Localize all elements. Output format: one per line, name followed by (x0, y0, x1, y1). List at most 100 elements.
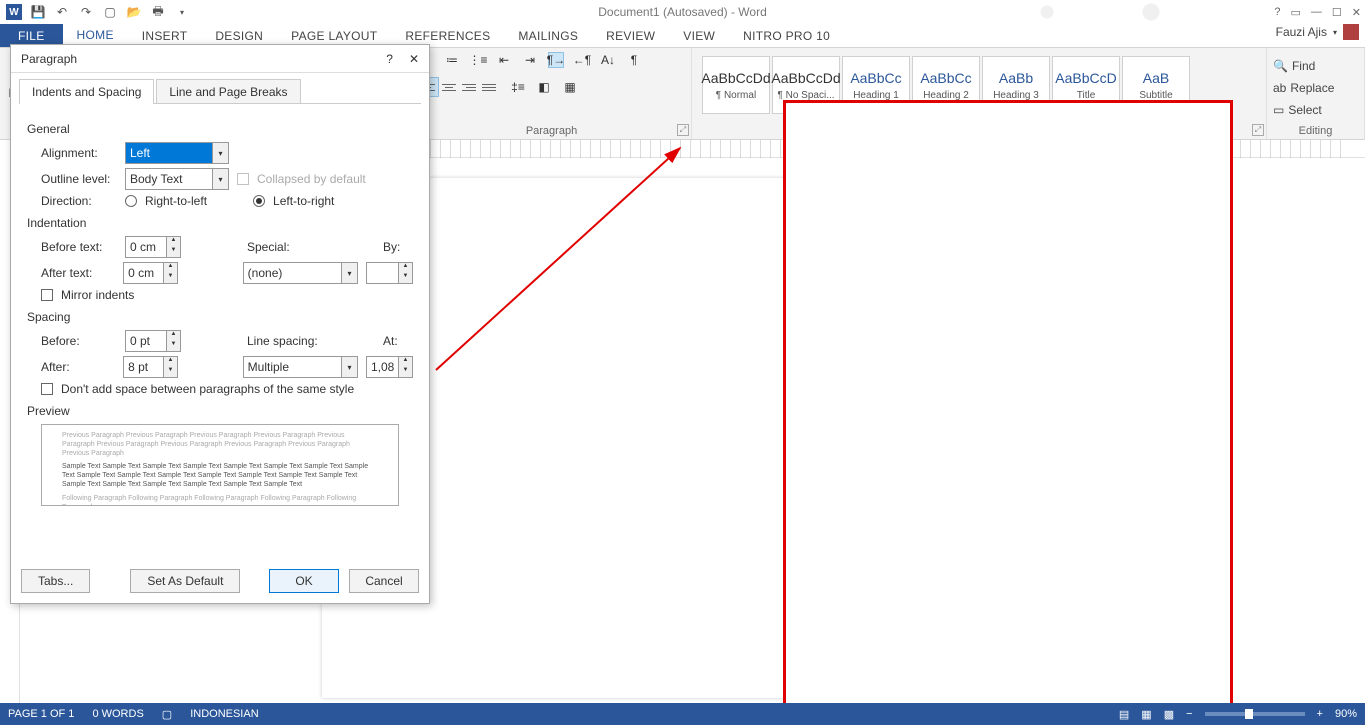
minimize-icon[interactable]: — (1311, 6, 1322, 19)
multilevel-icon[interactable]: ⋮≡ (470, 52, 486, 68)
ltr-radio[interactable] (253, 195, 265, 207)
after-spin[interactable]: 8 pt▲▼ (123, 356, 178, 378)
avatar[interactable] (1343, 24, 1359, 40)
save-icon[interactable]: 💾 (30, 4, 46, 20)
close-icon[interactable]: ✕ (1352, 6, 1361, 19)
maximize-icon[interactable]: ☐ (1332, 6, 1342, 19)
line-spacing-select[interactable]: Multiple▾ (243, 356, 358, 378)
group-paragraph-label: Paragraph (412, 125, 691, 137)
after-text-spin[interactable]: 0 cm▲▼ (123, 262, 178, 284)
alignment-select[interactable]: Left▾ (125, 142, 229, 164)
find-button[interactable]: 🔍Find (1273, 56, 1358, 76)
increase-indent-icon[interactable]: ⇥ (522, 52, 538, 68)
zoom-in-icon[interactable]: + (1317, 708, 1323, 720)
by-label: By: (383, 240, 413, 254)
paragraph-dialog: Paragraph ? ✕ Indents and Spacing Line a… (10, 44, 430, 604)
alignment-label: Alignment: (41, 146, 117, 160)
view-print-icon[interactable]: ▦ (1141, 708, 1151, 721)
undo-icon[interactable]: ↶ (54, 4, 70, 20)
preview-box: Previous Paragraph Previous Paragraph Pr… (41, 424, 399, 506)
new-icon[interactable]: ▢ (102, 4, 118, 20)
qat-more-icon[interactable]: ▾ (174, 4, 190, 20)
word-icon: W (6, 4, 22, 20)
at-spin[interactable]: 1,08▲▼ (366, 356, 413, 378)
after-label: After: (41, 360, 115, 374)
ribbon-toggle-icon[interactable]: ▭ (1291, 6, 1301, 19)
show-marks-icon[interactable]: ¶ (626, 52, 642, 68)
tab-nitro[interactable]: NITRO PRO 10 (729, 24, 844, 47)
dialog-title: Paragraph (21, 52, 77, 66)
at-label: At: (383, 334, 413, 348)
shading-icon[interactable]: ◧ (536, 79, 552, 95)
rtl-icon[interactable]: ←¶ (574, 52, 590, 68)
section-spacing: Spacing (27, 310, 413, 324)
find-icon: 🔍 (1273, 59, 1288, 73)
view-read-icon[interactable]: ▤ (1119, 708, 1129, 721)
help-icon[interactable]: ? (1274, 6, 1280, 19)
styles-launcher[interactable]: ⤢ (1252, 124, 1264, 136)
decrease-indent-icon[interactable]: ⇤ (496, 52, 512, 68)
outline-select[interactable]: Body Text▾ (125, 168, 229, 190)
user-menu-icon[interactable]: ▾ (1333, 28, 1337, 37)
dialog-close-icon[interactable]: ✕ (409, 52, 419, 66)
zoom-out-icon[interactable]: − (1186, 708, 1192, 720)
replace-button[interactable]: abReplace (1273, 78, 1358, 98)
status-page[interactable]: PAGE 1 OF 1 (8, 708, 74, 720)
tab-review[interactable]: REVIEW (592, 24, 669, 47)
zoom-level[interactable]: 90% (1335, 708, 1357, 720)
paragraph-launcher[interactable]: ⤢ (677, 124, 689, 136)
line-spacing-icon[interactable]: ‡≡ (510, 79, 526, 95)
print-icon[interactable]: 🖶 (150, 4, 166, 20)
before-spin[interactable]: 0 pt▲▼ (125, 330, 181, 352)
tab-view[interactable]: VIEW (669, 24, 729, 47)
ok-button[interactable]: OK (269, 569, 339, 593)
before-label: Before: (41, 334, 117, 348)
numbering-icon[interactable]: ≔ (444, 52, 460, 68)
dont-add-checkbox[interactable] (41, 383, 53, 395)
status-words[interactable]: 0 WORDS (92, 708, 143, 720)
section-general: General (27, 122, 413, 136)
section-preview: Preview (27, 404, 413, 418)
section-indentation: Indentation (27, 216, 413, 230)
status-lang[interactable]: INDONESIAN (190, 708, 258, 720)
proofing-icon[interactable]: ▢ (162, 708, 172, 721)
window-title: Document1 (Autosaved) - Word (598, 5, 767, 19)
user-name[interactable]: Fauzi Ajis (1276, 25, 1327, 39)
special-select[interactable]: (none)▾ (243, 262, 358, 284)
before-text-spin[interactable]: 0 cm▲▼ (125, 236, 181, 258)
decoration (995, 0, 1255, 24)
view-web-icon[interactable]: ▩ (1164, 708, 1174, 721)
special-label: Special: (247, 240, 297, 254)
title-bar: W 💾 ↶ ↷ ▢ 📂 🖶 ▾ Document1 (Autosaved) - … (0, 0, 1365, 24)
zoom-slider[interactable] (1205, 712, 1305, 716)
line-spacing-label: Line spacing: (247, 334, 327, 348)
set-default-button[interactable]: Set As Default (130, 569, 240, 593)
ltr-icon[interactable]: ¶→ (548, 52, 564, 68)
align-right-button[interactable] (459, 77, 479, 97)
by-spin[interactable]: ▲▼ (366, 262, 413, 284)
dialog-help-icon[interactable]: ? (386, 52, 393, 66)
direction-label: Direction: (41, 194, 117, 208)
tab-mailings[interactable]: MAILINGS (504, 24, 592, 47)
borders-icon[interactable]: ▦ (562, 79, 578, 95)
tab-line-breaks[interactable]: Line and Page Breaks (156, 79, 300, 104)
sort-icon[interactable]: A↓ (600, 52, 616, 68)
tab-indents-spacing[interactable]: Indents and Spacing (19, 79, 154, 104)
collapsed-label: Collapsed by default (257, 172, 366, 186)
after-text-label: After text: (41, 266, 115, 280)
redo-icon[interactable]: ↷ (78, 4, 94, 20)
style-item[interactable]: AaBbCcDd¶ Normal (702, 56, 770, 114)
outline-label: Outline level: (41, 172, 117, 186)
status-bar: PAGE 1 OF 1 0 WORDS ▢ INDONESIAN ▤ ▦ ▩ −… (0, 703, 1365, 725)
rtl-radio[interactable] (125, 195, 137, 207)
dialog-highlight-box (783, 100, 1233, 714)
align-center-button[interactable] (439, 77, 459, 97)
cancel-button[interactable]: Cancel (349, 569, 419, 593)
open-icon[interactable]: 📂 (126, 4, 142, 20)
align-justify-button[interactable] (479, 77, 499, 97)
collapsed-checkbox (237, 173, 249, 185)
tabs-button[interactable]: Tabs... (21, 569, 90, 593)
select-button[interactable]: ▭Select (1273, 100, 1358, 120)
mirror-checkbox[interactable] (41, 289, 53, 301)
replace-icon: ab (1273, 81, 1286, 95)
